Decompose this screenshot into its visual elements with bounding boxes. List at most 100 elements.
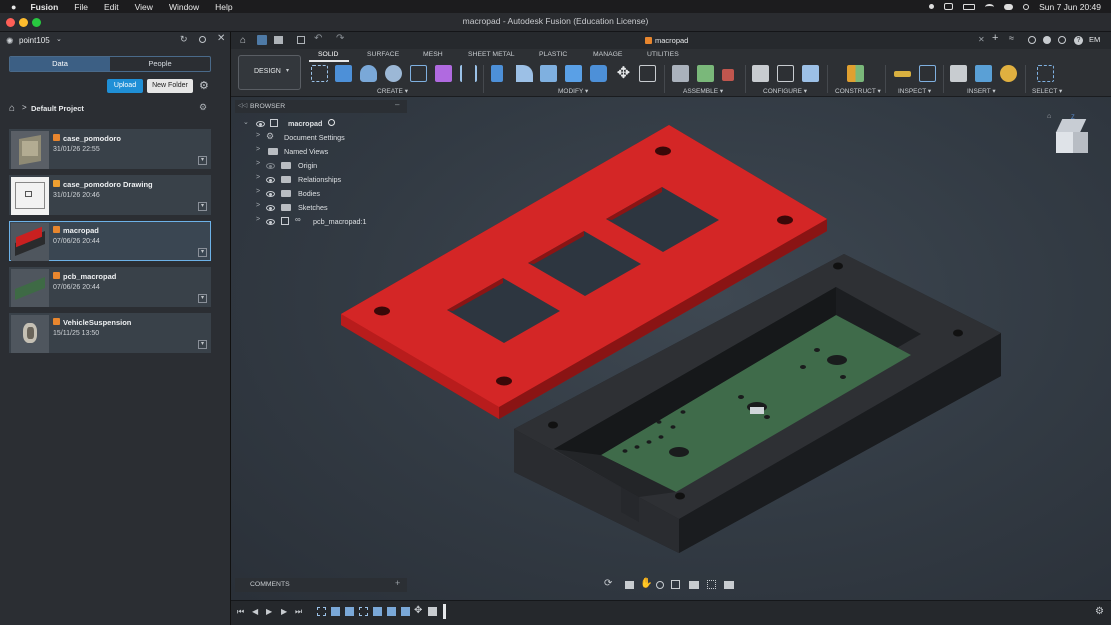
- chevron-down-icon[interactable]: ▾: [198, 340, 207, 349]
- section-analysis-icon[interactable]: [919, 65, 936, 82]
- refresh-icon[interactable]: ↻: [180, 34, 188, 45]
- new-component-icon[interactable]: [672, 65, 689, 82]
- tab-utilities[interactable]: UTILITIES: [647, 51, 679, 58]
- insert-image-icon[interactable]: [975, 65, 992, 82]
- browser-item-origin[interactable]: > Origin: [235, 159, 407, 172]
- extrude-icon[interactable]: [335, 65, 352, 82]
- chevron-right-icon[interactable]: >: [256, 188, 260, 195]
- move-copy-icon[interactable]: [460, 65, 477, 82]
- list-item[interactable]: case_pomodoro Drawing 31/01/26 20:46 ▾: [9, 175, 211, 215]
- viewcube-top-face[interactable]: [1055, 119, 1087, 133]
- pattern-icon[interactable]: [410, 65, 427, 82]
- configure-icon[interactable]: [752, 65, 769, 82]
- search-icon[interactable]: [199, 36, 206, 43]
- chamfer-icon[interactable]: [540, 65, 557, 82]
- select-icon[interactable]: [1037, 65, 1054, 82]
- group-select[interactable]: SELECT ▾: [1032, 87, 1062, 95]
- chevron-right-icon[interactable]: >: [256, 146, 260, 153]
- tab-manage[interactable]: MANAGE: [593, 51, 622, 58]
- tab-surface[interactable]: SURFACE: [367, 51, 399, 58]
- display-settings-icon[interactable]: [689, 581, 699, 589]
- timeline-component-icon[interactable]: [428, 607, 437, 616]
- shell-icon[interactable]: [565, 65, 582, 82]
- chevron-down-icon[interactable]: ▾: [198, 294, 207, 303]
- group-insert[interactable]: INSERT ▾: [967, 87, 996, 95]
- chevron-down-icon[interactable]: ▾: [198, 248, 207, 257]
- tab-plastic[interactable]: PLASTIC: [539, 51, 567, 58]
- timeline-extrude-icon[interactable]: [331, 607, 340, 616]
- menu-help[interactable]: Help: [215, 2, 232, 12]
- visibility-eye-icon[interactable]: [266, 219, 275, 225]
- close-panel-icon[interactable]: ✕: [217, 33, 225, 44]
- notifications-icon[interactable]: [1028, 36, 1036, 44]
- visibility-eye-icon[interactable]: [266, 205, 275, 211]
- chevron-down-icon[interactable]: ▾: [198, 202, 207, 211]
- file-menu-icon[interactable]: [274, 36, 283, 44]
- revolve-icon[interactable]: [360, 65, 377, 82]
- browser-item-sketches[interactable]: > Sketches: [235, 201, 407, 214]
- breadcrumb-project[interactable]: Default Project: [31, 104, 84, 113]
- tab-people[interactable]: People: [110, 57, 210, 71]
- viewcube-right-face[interactable]: [1073, 132, 1088, 153]
- menu-view[interactable]: View: [135, 2, 153, 12]
- 3d-viewport[interactable]: ◁◁ BROWSER – ⌄ macropad > ⚙ Document Set…: [231, 97, 1111, 600]
- offset-plane-icon[interactable]: [847, 65, 864, 82]
- user-avatar[interactable]: EM: [1089, 35, 1100, 44]
- zoom-icon[interactable]: [656, 581, 664, 589]
- collapse-icon[interactable]: ◁◁: [238, 102, 247, 109]
- press-pull-icon[interactable]: [491, 65, 503, 82]
- home-icon[interactable]: ⌂: [240, 35, 246, 46]
- chevron-right-icon[interactable]: >: [256, 216, 260, 223]
- step-forward-icon[interactable]: ▶: [281, 607, 287, 616]
- insert-mesh-icon[interactable]: [1000, 65, 1017, 82]
- browser-item-relationships[interactable]: > Relationships: [235, 173, 407, 186]
- tab-mesh[interactable]: MESH: [423, 51, 443, 58]
- joint-icon[interactable]: [697, 65, 714, 82]
- toggle-icon[interactable]: [1004, 3, 1014, 10]
- go-to-end-icon[interactable]: ⏭: [295, 607, 302, 617]
- chevron-right-icon[interactable]: >: [256, 202, 260, 209]
- redo-icon[interactable]: ↷: [336, 33, 344, 44]
- timeline-marker-icon[interactable]: [443, 604, 446, 619]
- group-inspect[interactable]: INSPECT ▾: [898, 87, 931, 95]
- combine-icon[interactable]: [590, 65, 607, 82]
- viewcube[interactable]: Z ⌂: [1047, 113, 1095, 159]
- grid-icon[interactable]: [257, 35, 267, 45]
- search-icon[interactable]: [1023, 3, 1030, 10]
- new-folder-button[interactable]: New Folder: [147, 79, 193, 93]
- team-name[interactable]: point105: [19, 36, 50, 45]
- pan-icon[interactable]: ✋: [640, 578, 652, 589]
- wifi-icon[interactable]: [985, 3, 995, 10]
- browser-item-document-settings[interactable]: > ⚙ Document Settings: [235, 131, 407, 144]
- control-center-icon[interactable]: [944, 3, 954, 10]
- battery-icon[interactable]: [963, 3, 976, 10]
- configuration-table-icon[interactable]: [777, 65, 794, 82]
- menu-app-name[interactable]: Fusion: [30, 2, 58, 12]
- move-icon[interactable]: ✥: [615, 65, 632, 82]
- group-assemble[interactable]: ASSEMBLE ▾: [683, 87, 723, 95]
- active-radio-icon[interactable]: [328, 119, 335, 126]
- workspace-switcher[interactable]: DESIGN ▾: [238, 55, 301, 90]
- browser-root[interactable]: ⌄ macropad: [235, 117, 407, 130]
- tab-solid[interactable]: SOLID: [318, 51, 338, 58]
- chevron-down-icon[interactable]: ⌄: [243, 118, 249, 126]
- tab-macropad[interactable]: macropad ✕: [638, 32, 988, 49]
- save-icon[interactable]: [297, 36, 305, 44]
- timeline-extrude-icon[interactable]: [345, 607, 354, 616]
- timeline-extrude-icon[interactable]: [373, 607, 382, 616]
- step-back-icon[interactable]: ◀: [252, 607, 258, 616]
- parameters-icon[interactable]: [802, 65, 819, 82]
- chevron-right-icon[interactable]: >: [256, 160, 260, 167]
- visibility-eye-icon[interactable]: [256, 121, 265, 127]
- timeline-sketch-icon[interactable]: [317, 607, 326, 616]
- chevron-right-icon[interactable]: >: [256, 132, 260, 139]
- as-built-joint-icon[interactable]: [722, 69, 734, 81]
- browser-item-bodies[interactable]: > Bodies: [235, 187, 407, 200]
- help-icon[interactable]: ?: [1074, 36, 1083, 45]
- browser-item-named-views[interactable]: > Named Views: [235, 145, 407, 158]
- timeline-extrude-icon[interactable]: [387, 607, 396, 616]
- timeline-settings-gear-icon[interactable]: ⚙: [1095, 606, 1104, 617]
- grid-settings-icon[interactable]: [707, 580, 716, 589]
- timeline-extrude-icon[interactable]: [401, 607, 410, 616]
- chevron-down-icon[interactable]: ▾: [198, 156, 207, 165]
